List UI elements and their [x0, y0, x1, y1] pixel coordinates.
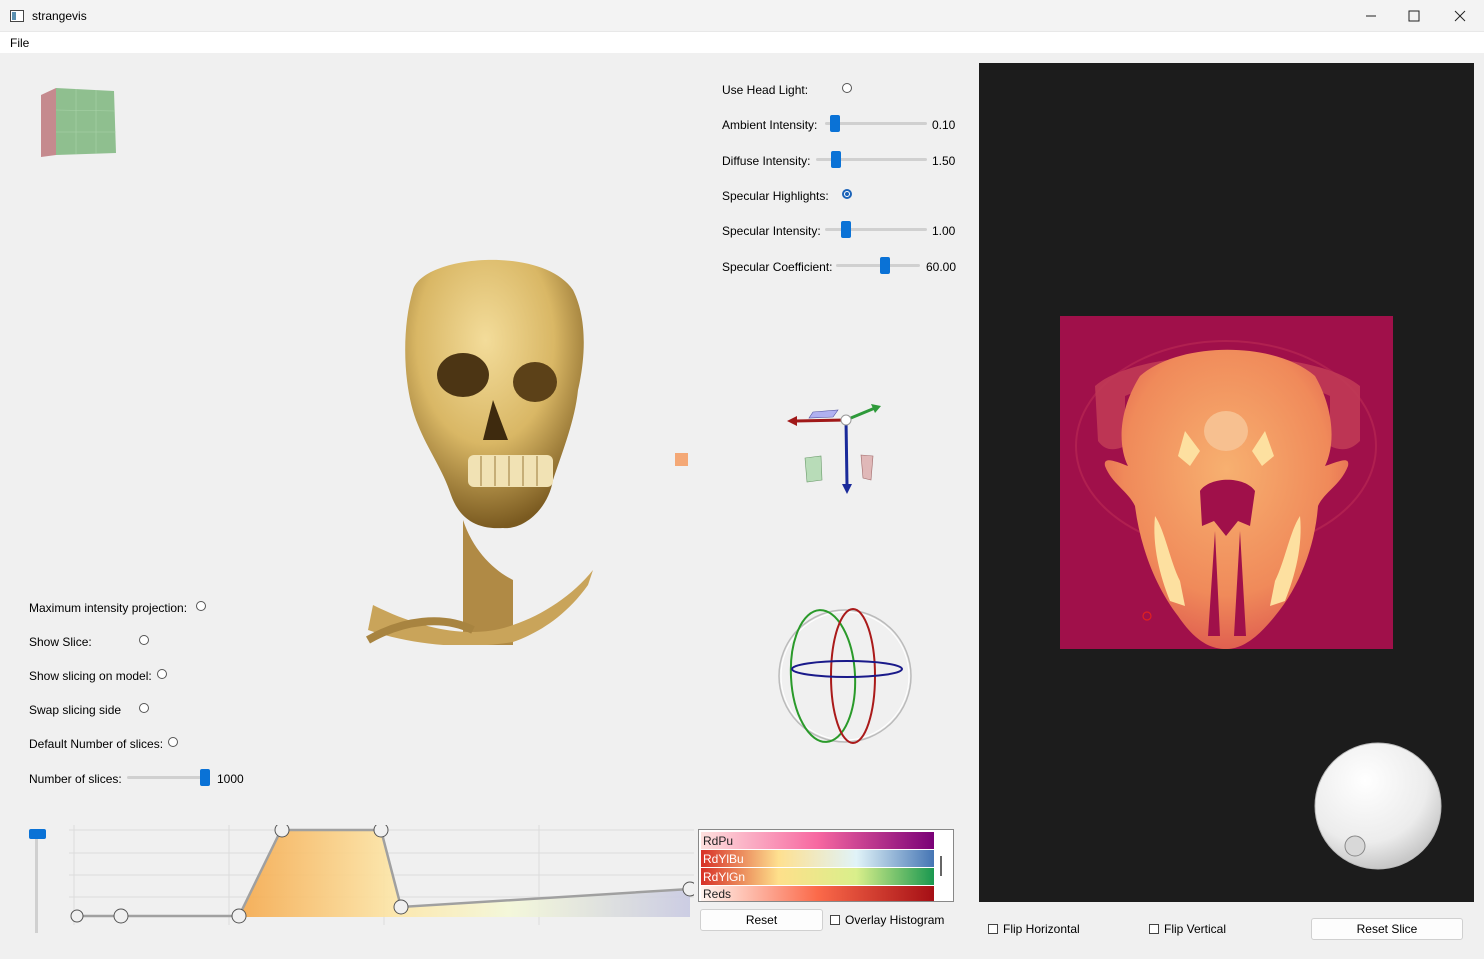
title-bar: strangevis: [0, 0, 1484, 32]
show-slice-radio[interactable]: [139, 635, 149, 645]
orientation-cube[interactable]: [36, 85, 126, 165]
num-slices-slider[interactable]: [127, 776, 210, 779]
skull-volume-render: [366, 259, 593, 645]
reset-slice-button[interactable]: Reset Slice: [1311, 918, 1463, 940]
colormap-item-reds[interactable]: Reds: [701, 886, 934, 901]
colormap-label: RdYlGn: [703, 870, 746, 884]
ambient-intensity-thumb[interactable]: [830, 115, 840, 132]
tf-reset-button[interactable]: Reset: [700, 909, 823, 931]
specular-coefficient-slider[interactable]: [836, 264, 920, 267]
colormap-label: RdYlBu: [703, 852, 744, 866]
colormap-label: RdPu: [703, 834, 734, 848]
volume-render-view[interactable]: Use Head Light: Ambient Intensity: 0.10 …: [3, 55, 970, 803]
specular-highlights-radio[interactable]: [842, 189, 852, 199]
opacity-scale-thumb[interactable]: [29, 829, 46, 839]
specular-intensity-value: 1.00: [932, 224, 956, 238]
diffuse-intensity-value: 1.50: [932, 154, 956, 168]
axes-gizmo[interactable]: [783, 400, 893, 500]
close-button[interactable]: [1437, 0, 1483, 32]
overlay-histogram-checkbox[interactable]: [830, 915, 840, 925]
opacity-scale-slider[interactable]: [35, 830, 38, 933]
diffuse-intensity-thumb[interactable]: [831, 151, 841, 168]
specular-intensity-label: Specular Intensity:: [722, 224, 821, 238]
colormap-item-rdylgn[interactable]: RdYlGn: [701, 868, 934, 885]
default-slices-label: Default Number of slices:: [29, 737, 164, 751]
swap-slicing-radio[interactable]: [139, 703, 149, 713]
slice-view[interactable]: [979, 63, 1474, 902]
num-slices-label: Number of slices:: [29, 772, 122, 786]
menu-file[interactable]: File: [10, 36, 29, 50]
ambient-intensity-slider[interactable]: [825, 122, 927, 125]
swap-slicing-label: Swap slicing side: [29, 703, 122, 717]
overlay-histogram-label: Overlay Histogram: [845, 913, 945, 927]
specular-highlights-label: Specular Highlights:: [722, 189, 829, 203]
colormap-item-rdylbu[interactable]: RdYlBu: [701, 850, 934, 867]
specular-coefficient-thumb[interactable]: [880, 257, 890, 274]
flip-vertical-checkbox[interactable]: [1149, 924, 1159, 934]
colormap-list[interactable]: RdPu RdYlBu RdYlGn Reds: [698, 829, 954, 902]
transfer-function-panel: RdPu RdYlBu RdYlGn Reds Reset Overlay Hi…: [3, 805, 970, 955]
app-icon: [10, 10, 24, 22]
menu-bar: File: [0, 32, 1484, 53]
specular-coefficient-value: 60.00: [926, 260, 957, 274]
flip-horizontal-label: Flip Horizontal: [1003, 922, 1080, 936]
ambient-intensity-label: Ambient Intensity:: [722, 118, 818, 132]
minimize-button[interactable]: [1348, 0, 1394, 32]
rotation-sphere-gizmo[interactable]: [775, 603, 915, 749]
minimize-icon: [1366, 15, 1376, 17]
show-slice-label: Show Slice:: [29, 635, 92, 649]
flip-horizontal-checkbox[interactable]: [988, 924, 998, 934]
maximize-icon: [1408, 10, 1420, 22]
close-icon: [1454, 10, 1466, 22]
maximize-button[interactable]: [1391, 0, 1437, 32]
num-slices-value: 1000: [217, 772, 244, 786]
colormap-scrollbar[interactable]: [940, 856, 942, 876]
flip-vertical-label: Flip Vertical: [1164, 922, 1227, 936]
light-position-marker[interactable]: [675, 453, 688, 466]
ct-slice-image[interactable]: [1060, 316, 1393, 649]
show-slicing-model-radio[interactable]: [157, 669, 167, 679]
default-slices-radio[interactable]: [168, 737, 178, 747]
ambient-intensity-value: 0.10: [932, 118, 956, 132]
window-title: strangevis: [32, 9, 87, 23]
specular-coefficient-label: Specular Coefficient:: [722, 260, 833, 274]
transfer-function-editor[interactable]: [69, 825, 694, 925]
num-slices-thumb[interactable]: [200, 769, 210, 786]
head-light-radio[interactable]: [842, 83, 852, 93]
diffuse-intensity-label: Diffuse Intensity:: [722, 154, 811, 168]
colormap-item-rdpu[interactable]: RdPu: [701, 832, 934, 849]
mip-radio[interactable]: [196, 601, 206, 611]
head-light-label: Use Head Light:: [722, 83, 809, 97]
show-slicing-model-label: Show slicing on model:: [29, 669, 152, 683]
mip-label: Maximum intensity projection:: [29, 601, 188, 615]
slice-rotation-dial[interactable]: [1312, 740, 1444, 872]
colormap-label: Reds: [703, 887, 732, 901]
specular-intensity-thumb[interactable]: [841, 221, 851, 238]
